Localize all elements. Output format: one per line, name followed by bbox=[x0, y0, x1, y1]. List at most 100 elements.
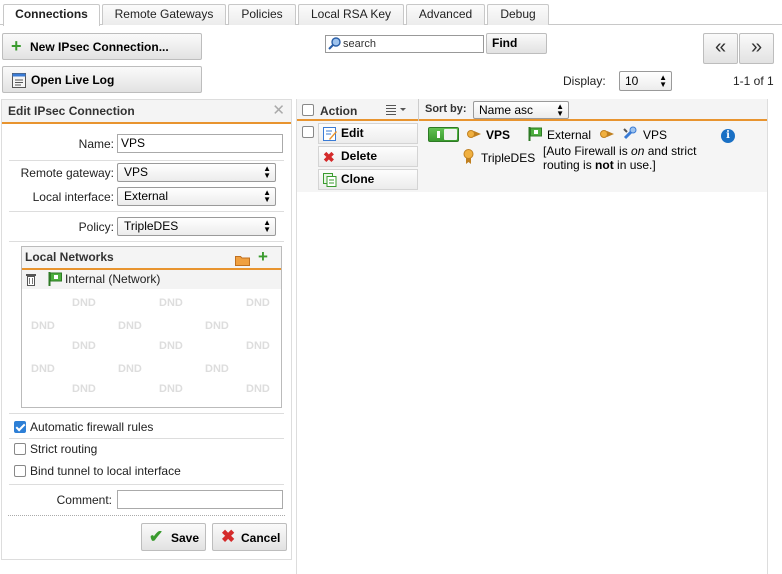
sort-label: Sort by: bbox=[425, 103, 467, 115]
interface-name: External bbox=[547, 128, 592, 142]
column-menu-icon[interactable] bbox=[386, 104, 408, 118]
status-note-text: routing is bbox=[543, 158, 596, 172]
remote-gateway-select[interactable]: VPS ▲ ▼ bbox=[117, 163, 276, 182]
open-live-log-button[interactable]: Open Live Log bbox=[2, 66, 202, 93]
policy-badge-icon bbox=[463, 149, 474, 167]
delete-button[interactable]: ✖ Delete bbox=[318, 146, 418, 167]
list-item: Internal (Network) bbox=[22, 270, 281, 289]
status-note-strong: not bbox=[595, 158, 614, 172]
display-label: Display: bbox=[563, 74, 606, 88]
dnd-placeholder: DND bbox=[205, 320, 229, 332]
status-note-emphasis: on bbox=[631, 144, 645, 158]
network-flag-icon bbox=[528, 127, 543, 144]
trash-icon[interactable] bbox=[26, 273, 36, 289]
dnd-placeholder: DND bbox=[246, 383, 270, 395]
tab-connections[interactable]: Connections bbox=[3, 4, 100, 26]
updown-arrows-icon: ▲ ▼ bbox=[263, 218, 271, 234]
dnd-placeholder: DND bbox=[72, 383, 96, 395]
clone-label: Clone bbox=[341, 172, 375, 186]
connection-arrow-icon bbox=[467, 128, 482, 143]
sort-select[interactable]: Name asc ▲ ▼ bbox=[473, 101, 569, 119]
display-value: 10 bbox=[625, 74, 639, 88]
divider bbox=[9, 241, 284, 242]
connection-arrow-icon bbox=[600, 128, 615, 143]
tab-policies[interactable]: Policies bbox=[228, 4, 296, 25]
edit-panel-title: Edit IPsec Connection bbox=[8, 104, 135, 118]
dnd-placeholder: DND bbox=[246, 297, 270, 309]
bind-tunnel-checkbox[interactable] bbox=[14, 465, 26, 477]
add-icon[interactable]: + bbox=[258, 248, 268, 266]
close-icon[interactable]: ✕ bbox=[272, 100, 285, 122]
cancel-label: Cancel bbox=[241, 531, 281, 545]
tab-advanced[interactable]: Advanced bbox=[406, 4, 485, 25]
policy-label: Policy: bbox=[78, 220, 114, 234]
display-select[interactable]: 10 ▲ ▼ bbox=[619, 71, 672, 91]
select-all-checkbox[interactable] bbox=[302, 104, 314, 116]
list-header: Action Sort by: Name asc ▲ ▼ bbox=[297, 99, 767, 121]
gateway-name: VPS bbox=[643, 128, 668, 142]
strict-routing-checkbox[interactable] bbox=[14, 443, 26, 455]
save-button[interactable]: ✔ Save bbox=[141, 523, 206, 551]
tab-local-rsa-key[interactable]: Local RSA Key bbox=[298, 4, 404, 25]
comment-field[interactable] bbox=[117, 490, 283, 509]
search-input[interactable]: search bbox=[325, 35, 484, 53]
auto-firewall-checkbox[interactable] bbox=[14, 421, 26, 433]
first-page-button[interactable]: « bbox=[703, 33, 738, 64]
edit-label: Edit bbox=[341, 126, 364, 140]
cancel-x-icon: ✖ bbox=[221, 527, 236, 546]
divider bbox=[9, 211, 284, 212]
divider bbox=[9, 160, 284, 161]
network-flag-icon bbox=[48, 272, 63, 289]
bind-tunnel-label: Bind tunnel to local interface bbox=[30, 464, 181, 478]
updown-arrows-icon: ▲ ▼ bbox=[659, 73, 667, 89]
edit-panel-header: Edit IPsec Connection ✕ bbox=[2, 100, 291, 124]
divider bbox=[418, 99, 419, 121]
local-networks-header: Local Networks + bbox=[22, 247, 281, 270]
row-checkbox[interactable] bbox=[302, 126, 314, 138]
dnd-placeholder: DND bbox=[159, 297, 183, 309]
dnd-placeholder: DND bbox=[118, 363, 142, 375]
delete-x-icon: ✖ bbox=[323, 149, 335, 165]
dnd-placeholder: DND bbox=[159, 340, 183, 352]
info-icon[interactable]: i bbox=[721, 129, 735, 143]
gateway-icon bbox=[623, 126, 637, 143]
connection-name: VPS bbox=[486, 128, 511, 142]
tab-debug[interactable]: Debug bbox=[487, 4, 549, 25]
toggle-knob bbox=[444, 129, 457, 140]
status-note-text: and strict bbox=[644, 144, 697, 158]
status-note-line2: routing is not in use.] bbox=[543, 158, 656, 172]
edit-icon bbox=[323, 127, 337, 147]
action-column-header: Action bbox=[320, 104, 358, 118]
updown-arrows-icon: ▲ ▼ bbox=[556, 102, 564, 118]
search-icon bbox=[328, 37, 341, 53]
dnd-placeholder: DND bbox=[246, 340, 270, 352]
clone-icon bbox=[323, 173, 337, 193]
new-ipsec-connection-button[interactable]: + New IPsec Connection... bbox=[2, 33, 202, 60]
dnd-placeholder: DND bbox=[118, 320, 142, 332]
local-interface-select[interactable]: External ▲ ▼ bbox=[117, 187, 276, 206]
find-button[interactable]: Find bbox=[486, 33, 547, 54]
name-field[interactable]: VPS bbox=[117, 134, 283, 153]
comment-label: Comment: bbox=[56, 493, 112, 507]
divider bbox=[9, 438, 284, 439]
tab-remote-gateways[interactable]: Remote Gateways bbox=[102, 4, 226, 25]
status-note-text: [Auto Firewall is bbox=[543, 144, 632, 158]
local-networks-box: Local Networks + Internal (Network) DND … bbox=[21, 246, 282, 408]
delete-label: Delete bbox=[341, 149, 378, 163]
open-live-log-label: Open Live Log bbox=[31, 73, 115, 87]
policy-name: TripleDES bbox=[481, 151, 536, 165]
connections-list: Action Sort by: Name asc ▲ ▼ Edit ✖ Delet… bbox=[296, 99, 768, 574]
policy-select[interactable]: TripleDES ▲ ▼ bbox=[117, 217, 276, 236]
enable-toggle[interactable] bbox=[428, 127, 459, 142]
edit-button[interactable]: Edit bbox=[318, 123, 418, 144]
range-text: 1-1 of 1 bbox=[733, 74, 774, 88]
next-page-button[interactable]: » bbox=[739, 33, 774, 64]
strict-routing-label: Strict routing bbox=[30, 442, 98, 456]
cancel-button[interactable]: ✖ Cancel bbox=[212, 523, 287, 551]
dnd-placeholder: DND bbox=[31, 320, 55, 332]
local-network-label: Internal (Network) bbox=[65, 272, 161, 286]
clone-button[interactable]: Clone bbox=[318, 169, 418, 190]
dnd-placeholder: DND bbox=[72, 297, 96, 309]
name-label: Name: bbox=[78, 137, 114, 151]
policy-value: TripleDES bbox=[124, 219, 179, 233]
